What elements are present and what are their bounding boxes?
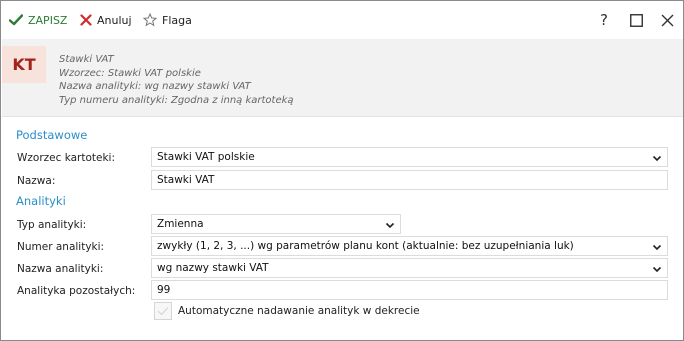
analytic-name-label: Nazwa analityki:: [17, 263, 104, 275]
close-icon: [661, 14, 673, 26]
checkmark-icon: [9, 14, 23, 26]
chevron-down-icon: [385, 222, 395, 229]
analytic-name-select[interactable]: wg nazwy stawki VAT: [151, 258, 668, 278]
star-icon: [143, 13, 157, 27]
maximize-button[interactable]: [626, 10, 646, 30]
analytic-rest-input[interactable]: 99: [151, 280, 668, 300]
analytic-rest-value: 99: [157, 284, 171, 296]
toolbar: ZAPISZ Anuluj Flaga ?: [1, 1, 683, 39]
info-line-analytic-name: Nazwa analityki: wg nazwy stawki VAT: [59, 81, 251, 92]
template-label: Wzorzec kartoteki:: [17, 152, 116, 164]
analytic-number-label: Numer analityki:: [17, 241, 105, 253]
name-input[interactable]: Stawki VAT: [151, 170, 668, 190]
record-info-panel: KT Stawki VAT Wzorzec: Stawki VAT polski…: [2, 39, 683, 117]
record-type-badge: KT: [2, 46, 46, 83]
analytic-type-select[interactable]: Zmienna: [151, 214, 401, 234]
info-line-template: Wzorzec: Stawki VAT polskie: [59, 67, 201, 79]
flag-button[interactable]: Flaga: [143, 12, 192, 28]
chevron-down-icon: [652, 155, 662, 162]
close-x-icon: [80, 14, 92, 26]
flag-button-label: Flaga: [162, 13, 192, 27]
auto-assign-label: Automatyczne nadawanie analityk w dekrec…: [178, 305, 420, 317]
chevron-down-icon: [652, 244, 662, 251]
cancel-button[interactable]: Anuluj: [80, 12, 132, 28]
analytic-type-label: Typ analityki:: [17, 219, 87, 231]
analytic-number-select[interactable]: zwykły (1, 2, 3, ...) wg parametrów plan…: [151, 236, 668, 256]
record-info-lines: Stawki VAT Wzorzec: Stawki VAT polskie N…: [59, 53, 294, 107]
maximize-icon: [629, 13, 643, 27]
analytic-name-value: wg nazwy stawki VAT: [157, 262, 269, 274]
auto-assign-checkbox-row[interactable]: Automatyczne nadawanie analityk w dekrec…: [154, 302, 420, 320]
checkbox-check-icon: [157, 307, 169, 316]
save-button-label: ZAPISZ: [28, 13, 68, 27]
template-select[interactable]: Stawki VAT polskie: [151, 147, 668, 167]
analytic-rest-label: Analityka pozostałych:: [17, 285, 136, 297]
analytic-number-value: zwykły (1, 2, 3, ...) wg parametrów plan…: [157, 240, 574, 252]
close-window-button[interactable]: [657, 10, 677, 30]
save-button[interactable]: ZAPISZ: [9, 12, 67, 28]
name-value: Stawki VAT: [157, 174, 215, 186]
chevron-down-icon: [652, 266, 662, 273]
template-value: Stawki VAT polskie: [157, 151, 255, 163]
help-button[interactable]: ?: [594, 10, 614, 30]
info-line-analytic-number-type: Typ numeru analityki: Zgodna z inną kart…: [59, 94, 294, 106]
cancel-button-label: Anuluj: [97, 13, 132, 27]
section-title-analytics: Analityki: [16, 194, 66, 208]
info-line-title: Stawki VAT: [59, 54, 114, 65]
help-icon: ?: [600, 11, 608, 29]
auto-assign-checkbox[interactable]: [154, 302, 172, 320]
dialog-window: ZAPISZ Anuluj Flaga ? KT Stawki VAT Wzor…: [0, 0, 684, 341]
section-title-basic: Podstawowe: [16, 128, 88, 142]
analytic-type-value: Zmienna: [157, 218, 204, 230]
name-label: Nazwa:: [17, 175, 56, 187]
